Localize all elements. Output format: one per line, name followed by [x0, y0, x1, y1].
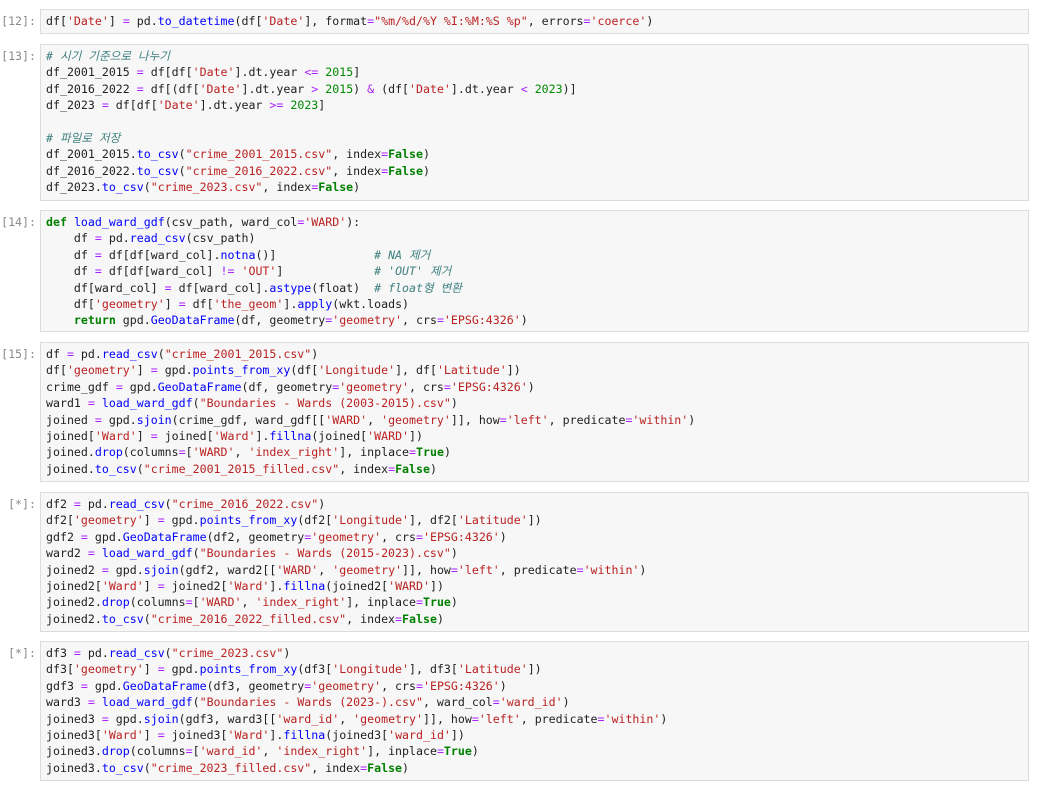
code-line: df3['geometry'] = gpd.points_from_xy(df3…: [46, 662, 542, 677]
code-line: df3 = pd.read_csv("crime_2023.csv"): [46, 646, 291, 660]
code-line: df2 = pd.read_csv("crime_2016_2022.csv"): [46, 497, 326, 511]
code-line: df = pd.read_csv(csv_path): [46, 231, 256, 246]
code-line: df2['geometry'] = gpd.points_from_xy(df2…: [46, 513, 542, 528]
code-line: joined2['Ward'] = joined2['Ward'].fillna…: [46, 578, 444, 593]
code-line: joined3.to_csv("crime_2023_filled.csv", …: [46, 760, 410, 775]
code-line: gdf2 = gpd.GeoDataFrame(df2, geometry='g…: [46, 529, 507, 544]
code-editor[interactable]: df3 = pd.read_csv("crime_2023.csv") df3['…: [40, 641, 1029, 781]
code-editor[interactable]: df = pd.read_csv("crime_2001_2015.csv")d…: [40, 342, 1029, 482]
cell-prompt: [15]:: [1, 347, 36, 361]
code-line: joined3.drop(columns=['ward_id', 'index_…: [46, 744, 479, 759]
code-editor[interactable]: def load_ward_gdf(csv_path, ward_col='WA…: [40, 210, 1029, 332]
code-line: df_2023 = df[df['Date'].dt.year >= 2023]: [46, 98, 326, 113]
code-line: df_2016_2022.to_csv("crime_2016_2022.csv…: [46, 163, 430, 178]
code-line: joined2.to_csv("crime_2016_2022_filled.c…: [46, 611, 444, 626]
code-line: df_2016_2022 = df[(df['Date'].dt.year > …: [46, 81, 577, 96]
code-line: joined3 = gpd.sjoin(gdf3, ward3[['ward_i…: [46, 711, 668, 726]
code-line: # 시기 기준으로 나누기: [46, 49, 170, 63]
code-cell[interactable]: [12]: df['Date'] = pd.to_datetime(df['Dat…: [0, 9, 1039, 34]
code-line: df = df[df[ward_col].notna()] # NA 제거: [46, 247, 431, 262]
code-cell[interactable]: [13]: # 시기 기준으로 나누기 df_2001_2015 = df[df['…: [0, 44, 1039, 201]
code-line: ward1 = load_ward_gdf("Boundaries - Ward…: [46, 396, 458, 411]
code-line: joined2 = gpd.sjoin(gdf2, ward2[['WARD',…: [46, 562, 647, 577]
code-line: df_2001_2015.to_csv("crime_2001_2015.csv…: [46, 147, 430, 162]
code-line: ward2 = load_ward_gdf("Boundaries - Ward…: [46, 546, 458, 561]
cell-prompt: [*]:: [8, 646, 36, 660]
cell-prompt: [14]:: [1, 215, 36, 229]
code-line: df[ward_col] = df[ward_col].astype(float…: [46, 280, 462, 295]
code-editor[interactable]: df2 = pd.read_csv("crime_2016_2022.csv")…: [40, 492, 1029, 632]
code-cell[interactable]: [15]: df = pd.read_csv("crime_2001_2015.c…: [0, 342, 1039, 482]
code-line: joined.to_csv("crime_2001_2015_filled.cs…: [46, 461, 437, 476]
code-line: df['geometry'] = gpd.points_from_xy(df['…: [46, 363, 521, 378]
code-line: df['geometry'] = df['the_geom'].apply(wk…: [46, 296, 410, 311]
code-line: df['Date'] = pd.to_datetime(df['Date'], …: [46, 14, 654, 28]
code-line: gdf3 = gpd.GeoDataFrame(df3, geometry='g…: [46, 678, 507, 693]
code-line: df = pd.read_csv("crime_2001_2015.csv"): [46, 347, 319, 361]
code-editor[interactable]: df['Date'] = pd.to_datetime(df['Date'], …: [40, 9, 1029, 34]
cell-prompt: [12]:: [1, 14, 36, 28]
code-line: joined3['Ward'] = joined3['Ward'].fillna…: [46, 727, 465, 742]
code-line: joined['Ward'] = joined['Ward'].fillna(j…: [46, 428, 424, 443]
cell-prompt: [*]:: [8, 497, 36, 511]
code-line: ward3 = load_ward_gdf("Boundaries - Ward…: [46, 695, 570, 710]
code-line: joined2.drop(columns=['WARD', 'index_rig…: [46, 595, 458, 610]
code-editor[interactable]: # 시기 기준으로 나누기 df_2001_2015 = df[df['Date'…: [40, 44, 1029, 201]
code-line: # 파일로 저장: [46, 130, 121, 145]
code-cell[interactable]: [*]: df3 = pd.read_csv("crime_2023.csv") d…: [0, 641, 1039, 781]
code-cell[interactable]: [*]: df2 = pd.read_csv("crime_2016_2022.c…: [0, 492, 1039, 632]
code-line: joined = gpd.sjoin(crime_gdf, ward_gdf[[…: [46, 412, 696, 427]
code-cell[interactable]: [14]: def load_ward_gdf(csv_path, ward_co…: [0, 210, 1039, 332]
code-line: df = df[df[ward_col] != 'OUT'] # 'OUT' 제…: [46, 264, 452, 279]
code-line: return gpd.GeoDataFrame(df, geometry='ge…: [73, 313, 528, 328]
cell-prompt: [13]:: [1, 49, 36, 63]
code-line: df_2023.to_csv("crime_2023.csv", index=F…: [46, 180, 361, 195]
code-line: def load_ward_gdf(csv_path, ward_col='WA…: [46, 215, 361, 229]
code-line: crime_gdf = gpd.GeoDataFrame(df, geometr…: [46, 379, 535, 394]
code-line: joined.drop(columns=['WARD', 'index_righ…: [46, 445, 451, 460]
code-line: df_2001_2015 = df[df['Date'].dt.year <= …: [46, 65, 361, 80]
